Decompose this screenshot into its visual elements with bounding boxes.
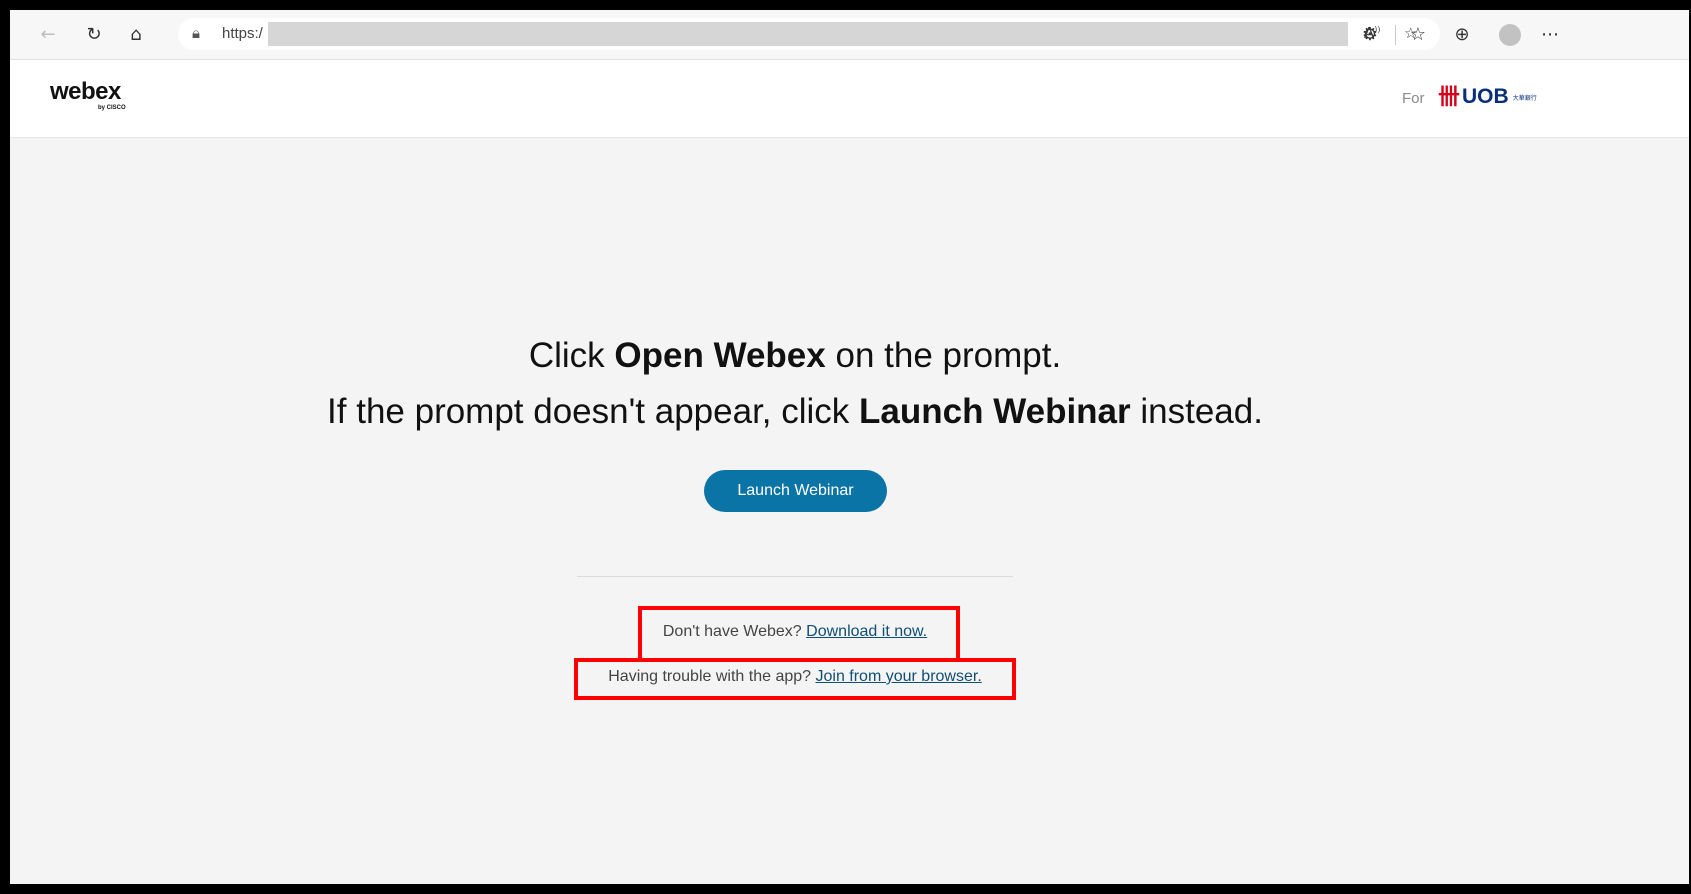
browser-toolbar: ← ↻ ⌂ 🔒︎ https:/ A)) ☆ ⚙ ☆ ⊕ ⋯ [10, 10, 1689, 60]
collections-icon[interactable]: ⊕ [1450, 22, 1474, 46]
address-bar[interactable]: 🔒︎ https:/ A)) ☆ [178, 18, 1440, 50]
logo-subtext: by CISCO [98, 105, 126, 111]
url-redacted [268, 22, 1348, 46]
url-text: https:/ [222, 25, 263, 42]
instruction-2-post: instead. [1130, 392, 1263, 431]
instruction-1-bold: Open Webex [614, 336, 826, 375]
back-icon[interactable]: ← [36, 22, 60, 46]
launch-webinar-button[interactable]: Launch Webinar [704, 470, 887, 512]
for-label: For [1402, 90, 1425, 107]
highlight-box-browser [574, 658, 1016, 700]
instruction-line-1: Click Open Webex on the prompt. [10, 336, 1580, 376]
uob-mark-icon: 卌 [1438, 84, 1461, 109]
webex-logo[interactable]: webex by CISCO [50, 78, 126, 112]
instruction-1-pre: Click [528, 336, 615, 375]
browser-window: ← ↻ ⌂ 🔒︎ https:/ A)) ☆ ⚙ ☆ ⊕ ⋯ webex by … [8, 8, 1691, 886]
home-icon[interactable]: ⌂ [124, 22, 148, 46]
instruction-2-pre: If the prompt doesn't appear, click [327, 392, 860, 431]
uob-logo: 卌 UOB 大華銀行 [1438, 86, 1537, 108]
lock-icon[interactable]: 🔒︎ [192, 24, 200, 42]
site-header: webex by CISCO For 卌 UOB 大華銀行 [10, 60, 1689, 138]
more-menu-icon[interactable]: ⋯ [1538, 22, 1562, 46]
logo-text: webex [50, 78, 121, 105]
uob-text: UOB [1462, 85, 1509, 108]
instruction-line-2: If the prompt doesn't appear, click Laun… [10, 392, 1580, 432]
toolbar-separator [1395, 25, 1396, 45]
instruction-2-bold: Launch Webinar [859, 392, 1131, 431]
instruction-1-post: on the prompt. [825, 336, 1062, 375]
uob-chinese-text: 大華銀行 [1512, 95, 1537, 102]
favorites-icon[interactable]: ☆ [1406, 22, 1430, 46]
highlight-box-download [638, 606, 960, 662]
divider [577, 576, 1013, 577]
profile-avatar[interactable] [1499, 24, 1521, 46]
main-content: Click Open Webex on the prompt. If the p… [10, 138, 1689, 884]
refresh-icon[interactable]: ↻ [82, 22, 106, 46]
extensions-icon[interactable]: ⚙ [1358, 22, 1382, 46]
